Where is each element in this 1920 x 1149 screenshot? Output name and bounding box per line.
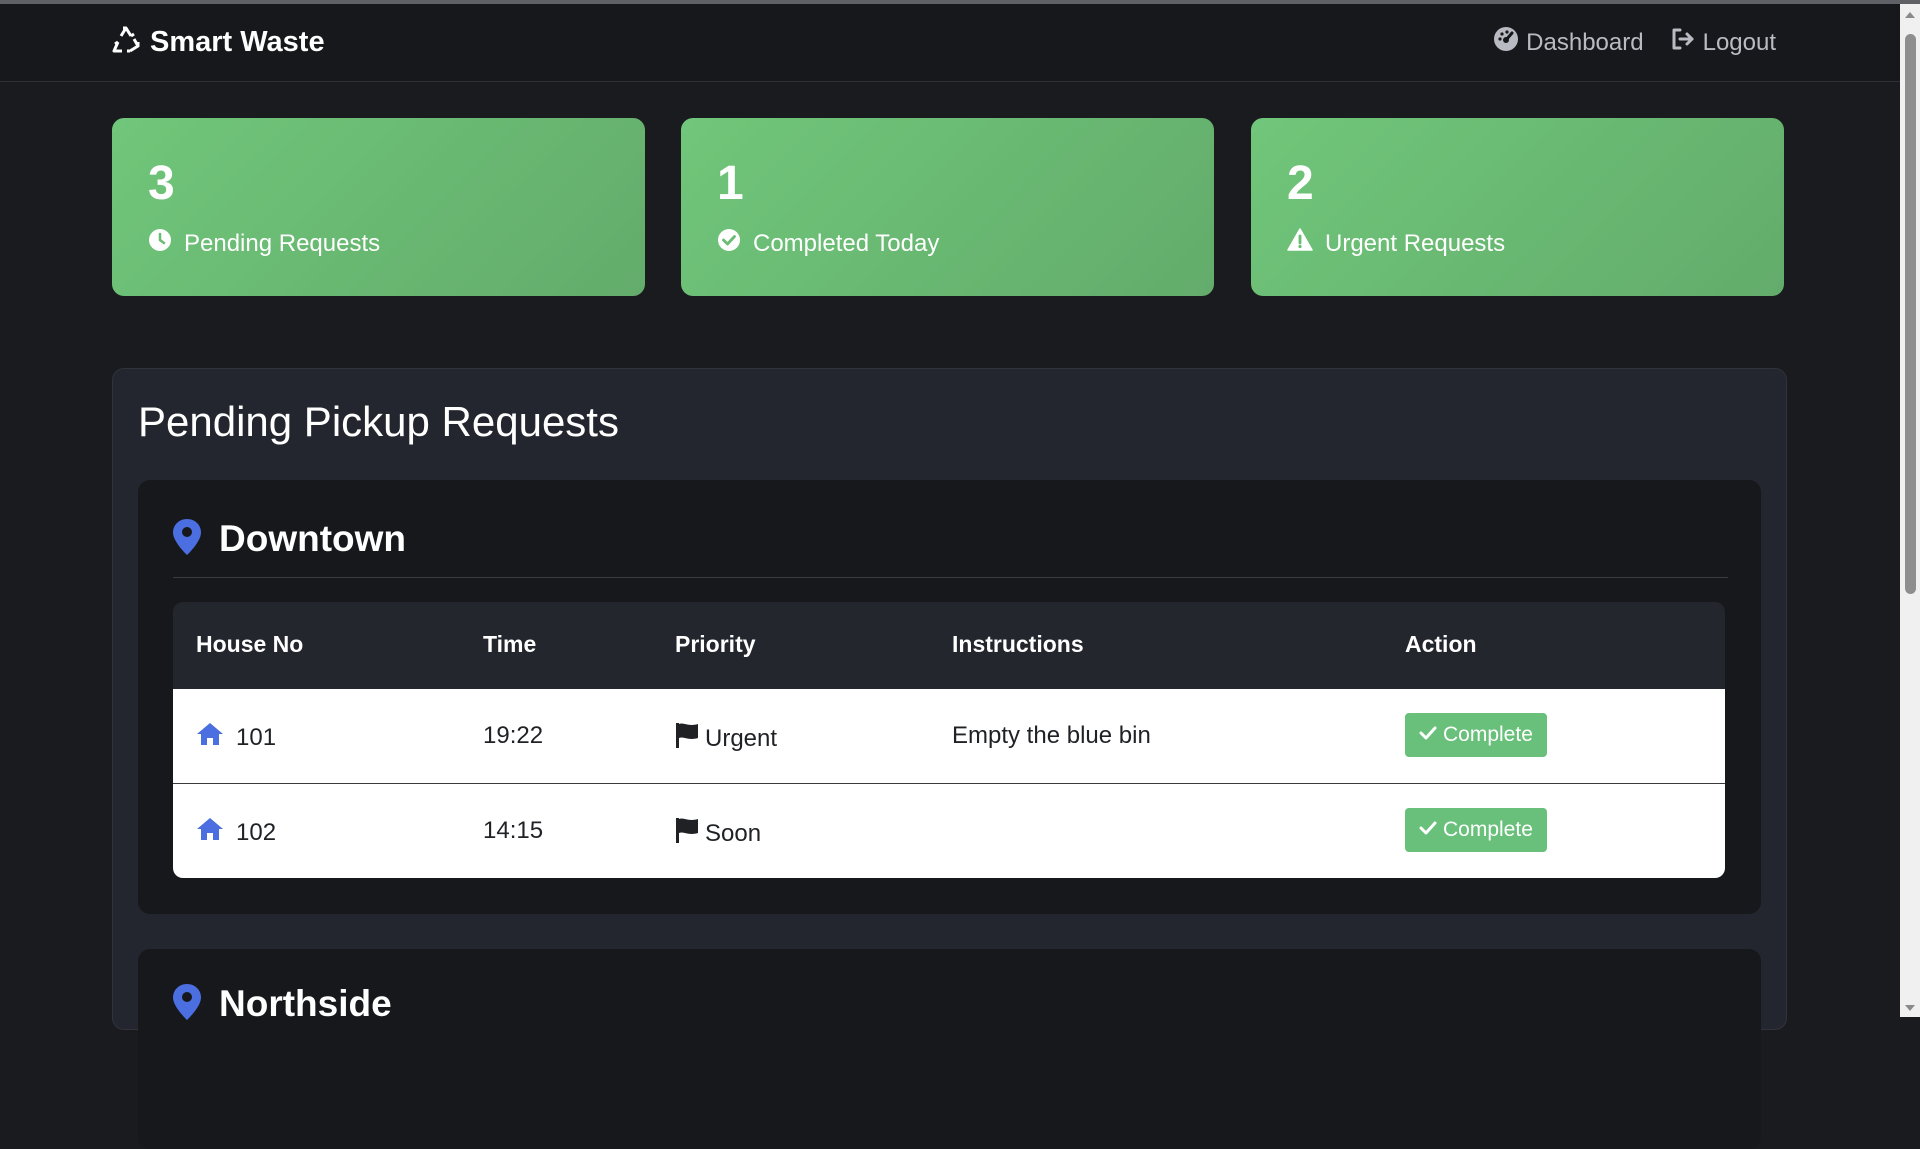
divider bbox=[173, 577, 1728, 578]
column-header: Time bbox=[483, 631, 537, 657]
house-icon bbox=[196, 722, 224, 753]
map-pin-icon bbox=[173, 518, 201, 560]
house-number: 101 bbox=[236, 723, 277, 751]
nav-links: Dashboard Logout bbox=[1493, 26, 1776, 59]
area-card-northside: Northside bbox=[138, 949, 1761, 1149]
priority-cell: Urgent bbox=[675, 722, 777, 755]
area-card-downtown: Downtown House No Time Priority Instruct… bbox=[138, 480, 1761, 914]
priority-cell: Soon bbox=[675, 817, 761, 850]
pending-requests-panel: Pending Pickup Requests Downtown House N… bbox=[112, 368, 1787, 1149]
nav-dashboard-label: Dashboard bbox=[1526, 28, 1644, 56]
nav-logout-label: Logout bbox=[1702, 28, 1776, 56]
time-cell: 19:22 bbox=[483, 722, 544, 749]
flag-icon bbox=[675, 722, 699, 755]
check-icon bbox=[1419, 723, 1437, 747]
stat-card-urgent: 2 Urgent Requests bbox=[1251, 118, 1784, 296]
clock-icon bbox=[148, 228, 172, 259]
stat-label-row: Urgent Requests bbox=[1287, 228, 1505, 259]
complete-button[interactable]: Complete bbox=[1405, 808, 1547, 852]
check-circle-icon bbox=[717, 228, 741, 259]
area-header: Downtown bbox=[173, 518, 406, 560]
column-header: House No bbox=[196, 631, 304, 657]
column-header: Priority bbox=[675, 631, 756, 657]
column-header: Action bbox=[1405, 631, 1477, 657]
priority-label: Soon bbox=[705, 819, 762, 847]
stat-value: 3 bbox=[148, 157, 175, 210]
nav-dashboard-link[interactable]: Dashboard bbox=[1493, 26, 1644, 59]
stat-value: 1 bbox=[717, 157, 744, 210]
stats-row: 3 Pending Requests 1 Completed Today 2 U… bbox=[112, 118, 1785, 296]
recycle-icon bbox=[110, 24, 142, 61]
stat-label: Pending Requests bbox=[184, 229, 381, 257]
complete-button[interactable]: Complete bbox=[1405, 713, 1547, 757]
table-row: 102 14:15 Soon Complete bbox=[173, 784, 1725, 878]
stat-label-row: Completed Today bbox=[717, 228, 939, 259]
stat-card-completed: 1 Completed Today bbox=[681, 118, 1214, 296]
complete-button-label: Complete bbox=[1443, 818, 1533, 841]
scroll-down-arrow-icon[interactable] bbox=[1905, 1005, 1915, 1011]
house-cell: 102 bbox=[196, 817, 276, 848]
brand-name: Smart Waste bbox=[150, 26, 325, 58]
column-header: Instructions bbox=[952, 631, 1084, 657]
logout-icon bbox=[1670, 26, 1696, 59]
area-name: Northside bbox=[219, 983, 392, 1024]
flag-icon bbox=[675, 817, 699, 850]
table-row: 101 19:22 Urgent Empty the blue bin Comp… bbox=[173, 689, 1725, 784]
house-cell: 101 bbox=[196, 722, 276, 753]
stat-label-row: Pending Requests bbox=[148, 228, 380, 259]
stat-label: Completed Today bbox=[753, 229, 940, 257]
priority-label: Urgent bbox=[705, 724, 778, 752]
check-icon bbox=[1419, 818, 1437, 842]
area-name: Downtown bbox=[219, 518, 407, 559]
scroll-up-arrow-icon[interactable] bbox=[1905, 12, 1915, 18]
gauge-icon bbox=[1493, 26, 1519, 59]
nav-logout-link[interactable]: Logout bbox=[1670, 26, 1776, 59]
scrollbar[interactable] bbox=[1900, 4, 1920, 1017]
map-pin-icon bbox=[173, 983, 201, 1025]
stat-value: 2 bbox=[1287, 157, 1314, 210]
brand[interactable]: Smart Waste bbox=[110, 24, 325, 61]
stat-card-pending: 3 Pending Requests bbox=[112, 118, 645, 296]
navbar: Smart Waste Dashboard Logout bbox=[0, 4, 1900, 82]
complete-button-label: Complete bbox=[1443, 723, 1533, 746]
scroll-thumb[interactable] bbox=[1905, 34, 1916, 594]
stat-label: Urgent Requests bbox=[1325, 229, 1506, 257]
time-cell: 14:15 bbox=[483, 817, 544, 844]
area-header: Northside bbox=[173, 983, 392, 1025]
house-number: 102 bbox=[236, 818, 277, 846]
pickup-table: House No Time Priority Instructions Acti… bbox=[173, 602, 1725, 878]
table-header: House No Time Priority Instructions Acti… bbox=[173, 602, 1725, 689]
instructions-cell: Empty the blue bin bbox=[952, 722, 1151, 749]
page-title: Pending Pickup Requests bbox=[138, 398, 619, 445]
warning-icon bbox=[1287, 228, 1313, 259]
house-icon bbox=[196, 817, 224, 848]
